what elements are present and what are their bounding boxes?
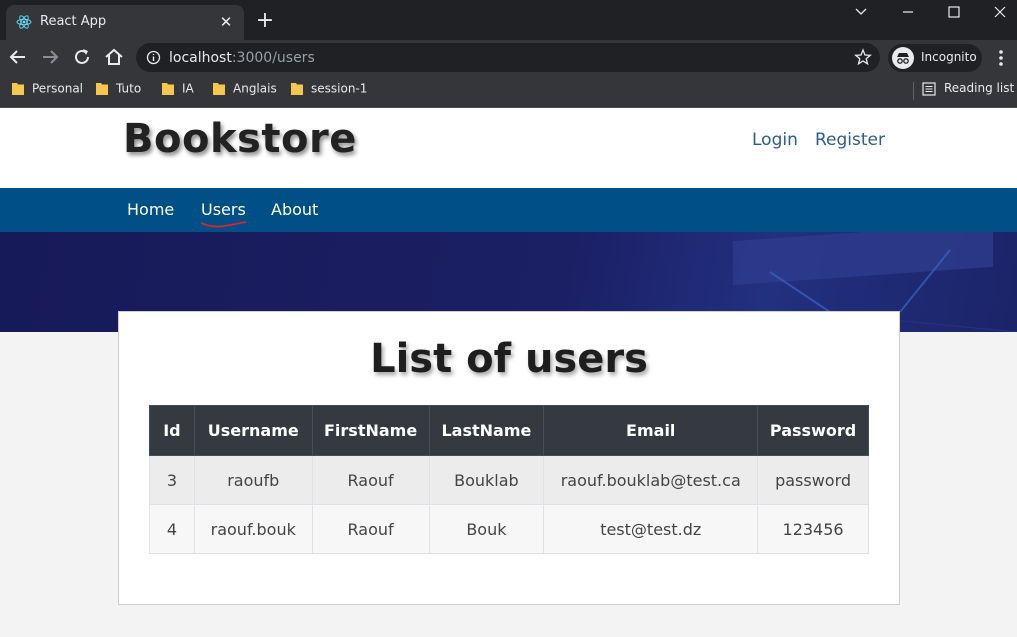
cell-username: raoufb xyxy=(193,455,313,505)
new-tab-icon[interactable]: + xyxy=(254,10,276,32)
incognito-icon xyxy=(892,47,914,69)
tab-search-chevron-icon[interactable] xyxy=(838,0,884,30)
forward-arrow-icon[interactable] xyxy=(38,45,62,69)
cell-lastname: Bouk xyxy=(428,504,545,554)
column-header-password: Password xyxy=(757,405,869,456)
bookmark-personal[interactable]: Personal xyxy=(12,81,83,101)
bookmark-tuto[interactable]: Tuto xyxy=(96,81,141,101)
reload-icon[interactable] xyxy=(70,45,94,69)
table-row: 3 raoufb Raouf Bouklab raouf.bouklab@tes… xyxy=(149,455,869,505)
incognito-label: Incognito xyxy=(921,50,977,64)
bookmark-ia[interactable]: IA xyxy=(162,81,194,101)
react-favicon-icon xyxy=(16,14,32,30)
column-header-email: Email xyxy=(543,405,759,456)
login-link[interactable]: Login xyxy=(752,130,798,150)
cell-id: 3 xyxy=(149,455,195,505)
browser-tab[interactable]: React App ✕ xyxy=(6,5,244,40)
close-window-icon[interactable] xyxy=(977,0,1017,30)
bookmarks-divider xyxy=(913,82,914,100)
page-title: List of users xyxy=(370,336,648,382)
users-card: List of users Id Username FirstName Last… xyxy=(118,311,900,605)
column-header-firstname: FirstName xyxy=(311,405,430,456)
cell-lastname: Bouklab xyxy=(428,455,545,505)
maximize-icon[interactable] xyxy=(931,0,977,30)
bookmarks-bar: Personal Tuto IA Anglais session-1 Readi… xyxy=(0,75,1017,108)
home-icon[interactable] xyxy=(102,45,126,69)
browser-tab-strip: React App ✕ + xyxy=(0,0,1017,40)
table-row: 4 raouf.bouk Raouf Bouk test@test.dz 123… xyxy=(149,504,869,554)
incognito-profile-button[interactable]: Incognito xyxy=(888,44,982,72)
column-header-username: Username xyxy=(193,405,313,456)
folder-icon xyxy=(291,82,303,95)
site-info-icon[interactable] xyxy=(146,50,161,70)
cell-firstname: Raouf xyxy=(311,504,430,554)
bookmark-anglais[interactable]: Anglais xyxy=(213,81,277,101)
folder-icon xyxy=(12,82,24,95)
column-header-lastname: LastName xyxy=(428,405,545,456)
register-link[interactable]: Register xyxy=(815,130,885,150)
url-text: localhost:3000/users xyxy=(169,50,315,66)
nav-users[interactable]: Users xyxy=(201,200,246,219)
brand-logo[interactable]: Bookstore xyxy=(123,116,357,162)
main-navbar: Home Users About xyxy=(0,188,1017,232)
cell-email: test@test.dz xyxy=(543,504,759,554)
nav-home[interactable]: Home xyxy=(127,200,174,219)
browser-menu-icon[interactable] xyxy=(992,48,1010,68)
cell-id: 4 xyxy=(149,504,195,554)
browser-toolbar: localhost:3000/users Incognito xyxy=(0,40,1017,75)
reading-list-icon xyxy=(922,81,936,96)
site-header: Bookstore Login Register xyxy=(0,108,1017,188)
minimize-icon[interactable] xyxy=(885,0,931,30)
reading-list-button[interactable]: Reading list xyxy=(922,81,1014,96)
folder-icon xyxy=(96,82,108,95)
back-arrow-icon[interactable] xyxy=(6,45,30,69)
cell-password: 123456 xyxy=(757,504,869,554)
table-header-row: Id Username FirstName LastName Email Pas… xyxy=(149,405,869,456)
nav-about[interactable]: About xyxy=(271,200,318,219)
folder-icon xyxy=(213,82,225,95)
cell-password: password xyxy=(757,455,869,505)
active-nav-underline xyxy=(200,221,247,228)
users-table: Id Username FirstName LastName Email Pas… xyxy=(149,405,869,554)
column-header-id: Id xyxy=(149,405,195,456)
bookmark-star-icon[interactable] xyxy=(854,48,872,71)
cell-email: raouf.bouklab@test.ca xyxy=(543,455,759,505)
cell-username: raouf.bouk xyxy=(193,504,313,554)
cell-firstname: Raouf xyxy=(311,455,430,505)
folder-icon xyxy=(162,82,174,95)
tab-title: React App xyxy=(40,14,107,29)
close-tab-icon[interactable]: ✕ xyxy=(216,12,236,32)
bookmark-session-1[interactable]: session-1 xyxy=(291,81,367,101)
address-bar[interactable]: localhost:3000/users xyxy=(136,43,880,72)
